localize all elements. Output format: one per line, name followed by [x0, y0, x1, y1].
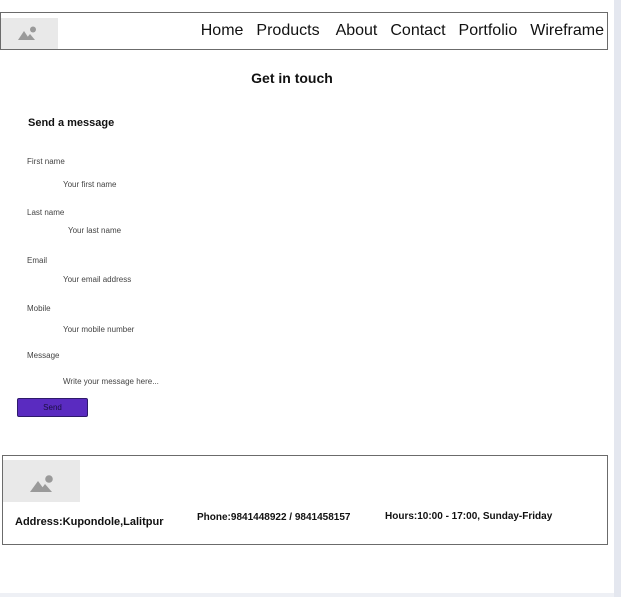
main-nav: Home Products About Contact Portfolio Wi… — [201, 22, 604, 40]
send-button[interactable]: Send — [17, 398, 88, 417]
footer-hours: Hours:10:00 - 17:00, Sunday-Friday — [385, 511, 553, 522]
message-label: Message — [27, 351, 60, 360]
page: Home Products About Contact Portfolio Wi… — [0, 0, 614, 593]
image-placeholder-icon — [30, 475, 53, 492]
footer-address: Address:Kupondole,Lalitpur — [15, 516, 164, 528]
first-name-label: First name — [27, 157, 65, 166]
message-input[interactable] — [63, 374, 263, 388]
last-name-label: Last name — [27, 208, 65, 217]
header-logo-placeholder[interactable] — [1, 18, 58, 49]
header: Home Products About Contact Portfolio Wi… — [0, 12, 608, 50]
footer: Address:Kupondole,Lalitpur Phone:9841448… — [2, 455, 608, 545]
page-title: Get in touch — [251, 70, 333, 86]
mobile-label: Mobile — [27, 304, 51, 313]
footer-phone: Phone:9841448922 / 9841458157 — [197, 512, 351, 523]
footer-logo-placeholder — [3, 460, 80, 502]
image-placeholder-icon — [18, 26, 36, 40]
nav-about-link[interactable]: About — [336, 22, 378, 40]
last-name-input[interactable] — [68, 223, 268, 237]
nav-contact-link[interactable]: Contact — [390, 22, 445, 40]
nav-wireframe-link[interactable]: Wireframe — [530, 22, 604, 40]
nav-portfolio-link[interactable]: Portfolio — [459, 22, 518, 40]
scrollbar-track[interactable] — [614, 0, 621, 597]
nav-home-link[interactable]: Home — [201, 22, 244, 40]
email-label: Email — [27, 256, 48, 265]
email-input[interactable] — [63, 272, 263, 286]
form-section-title: Send a message — [28, 117, 115, 129]
nav-products-link[interactable]: Products — [256, 22, 319, 40]
mobile-input[interactable] — [63, 322, 263, 336]
first-name-input[interactable] — [63, 177, 263, 191]
